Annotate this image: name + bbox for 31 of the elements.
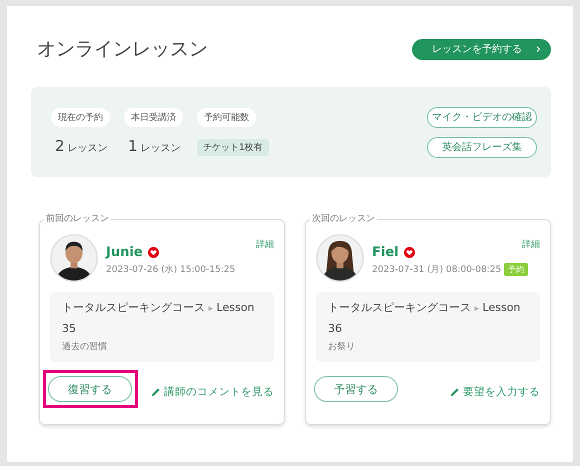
- comment-link[interactable]: 講師のコメントを見る: [151, 385, 274, 399]
- detail-link[interactable]: 詳細: [256, 238, 274, 251]
- reserved-badge: 予約: [504, 263, 528, 276]
- pencil-icon: [450, 387, 460, 397]
- link-button[interactable]: マイク・ビデオの確認: [427, 106, 537, 128]
- page-title: オンラインレッスン: [37, 37, 208, 62]
- course-title: トータルスピーキングコース ▸ Lesson 35: [62, 300, 256, 337]
- teacher-name[interactable]: Junie: [106, 245, 143, 260]
- stat-label: 予約可能数: [197, 108, 256, 127]
- teacher-name[interactable]: Fiel: [372, 245, 399, 260]
- detail-link[interactable]: 詳細: [522, 238, 540, 251]
- comment-link[interactable]: 要望を入力する: [450, 385, 540, 399]
- pencil-icon: [151, 387, 161, 397]
- stat-label: 本日受講済: [124, 108, 183, 127]
- stat-value: 2 レッスン: [54, 137, 108, 155]
- heart-icon[interactable]: [404, 247, 415, 258]
- lesson-topic: お祭り: [328, 340, 356, 353]
- lesson-datetime: 2023-07-31 (月) 08:00-08:25: [372, 264, 502, 276]
- action-button[interactable]: 予習する: [314, 376, 398, 402]
- course-title: トータルスピーキングコース ▸ Lesson 36: [328, 300, 522, 337]
- stat-label: 現在の予約: [51, 108, 110, 127]
- lesson-datetime: 2023-07-26 (水) 15:00-15:25: [106, 264, 236, 276]
- ticket-tag: チケット1枚有: [197, 139, 269, 156]
- link-button[interactable]: 英会話フレーズ集: [427, 136, 537, 158]
- action-button[interactable]: 復習する: [48, 376, 132, 402]
- card-legend: 次回のレッスン: [310, 212, 377, 225]
- card-legend: 前回のレッスン: [44, 212, 111, 225]
- stat-value: 1 レッスン: [127, 137, 181, 155]
- lesson-topic: 過去の習慣: [62, 340, 108, 353]
- book-lesson-button[interactable]: レッスンを予約する ›: [412, 38, 551, 60]
- heart-icon[interactable]: [148, 247, 159, 258]
